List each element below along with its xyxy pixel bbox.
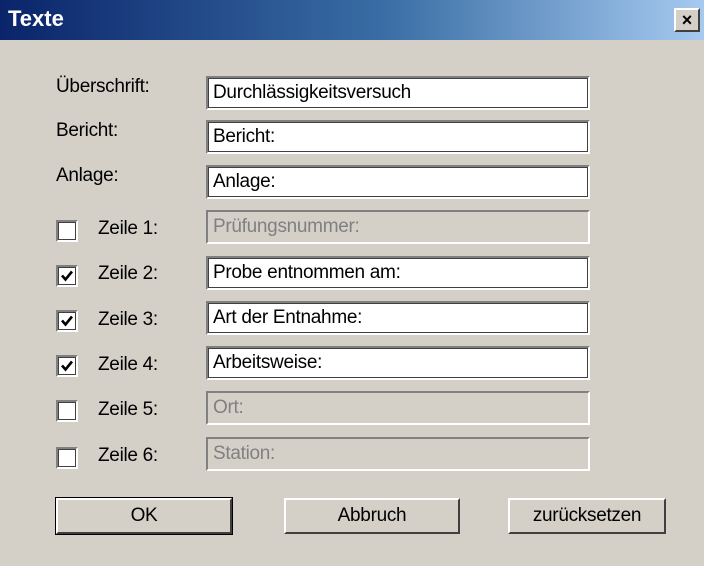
zeile-5-input[interactable]: Ort: [206,391,590,425]
texte-dialog: Texte × Überschrift: Durchlässigkeitsver… [0,0,704,566]
anlage-input[interactable]: Anlage: [206,165,590,199]
zeile-1-label: Zeile 1: [98,218,158,239]
checkmark-icon [61,360,74,372]
zeile-4-label: Zeile 4: [98,354,158,375]
ueberschrift-input[interactable]: Durchlässigkeitsversuch [206,76,590,110]
bericht-input[interactable]: Bericht: [206,120,590,154]
zeile-2-checkbox[interactable] [56,265,78,287]
zeile-4-input[interactable]: Arbeitsweise: [206,346,590,380]
title-bar[interactable]: Texte × [0,0,704,40]
zeile-5-label: Zeile 5: [98,399,158,420]
zeile-1-input[interactable]: Prüfungsnummer: [206,210,590,244]
ok-button[interactable]: OK [55,497,233,535]
close-button[interactable]: × [674,8,700,32]
bericht-label: Bericht: [56,120,119,141]
checkmark-icon [61,315,74,327]
zeile-6-checkbox[interactable] [56,447,78,469]
reset-button[interactable]: zurücksetzen [508,498,666,534]
zeile-3-input[interactable]: Art der Entnahme: [206,301,590,335]
close-icon: × [681,10,693,30]
zeile-2-input[interactable]: Probe entnommen am: [206,256,590,290]
zeile-2-label: Zeile 2: [98,263,158,284]
cancel-button[interactable]: Abbruch [284,498,460,534]
zeile-4-checkbox[interactable] [56,355,78,377]
zeile-6-input[interactable]: Station: [206,437,590,471]
zeile-1-checkbox[interactable] [56,220,78,242]
zeile-3-checkbox[interactable] [56,310,78,332]
anlage-label: Anlage: [56,165,119,186]
dialog-title: Texte [8,6,64,31]
zeile-3-label: Zeile 3: [98,309,158,330]
checkmark-icon [61,270,74,282]
ueberschrift-label: Überschrift: [56,76,150,97]
zeile-5-checkbox[interactable] [56,400,78,422]
zeile-6-label: Zeile 6: [98,445,158,466]
